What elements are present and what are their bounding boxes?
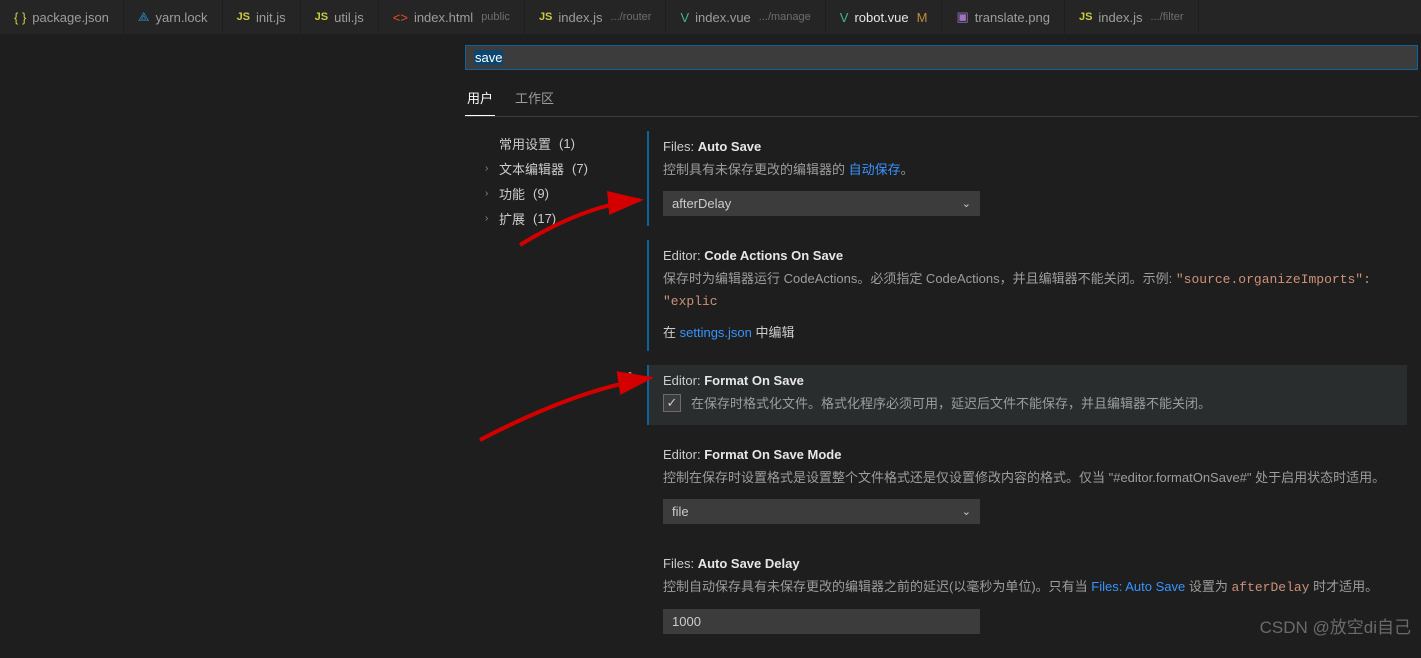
js-icon: JS [539, 11, 552, 23]
auto-save-delay-input[interactable] [663, 609, 980, 634]
html-icon: <> [393, 10, 408, 25]
setting-auto-save: Files: Auto Save 控制具有未保存更改的编辑器的 自动保存。 af… [647, 131, 1407, 226]
settings-scope-tabs: 用户 工作区 [465, 84, 1418, 117]
editor-tabs: { }package.json ⟁yarn.lock JSinit.js JSu… [0, 0, 1421, 35]
vue-icon: V [840, 10, 849, 25]
setting-format-on-save: Editor: Format On Save ✓ 在保存时格式化文件。格式化程序… [647, 365, 1407, 425]
settings-search-input[interactable]: save [465, 45, 1418, 70]
js-icon: JS [315, 11, 328, 23]
format-on-save-mode-select[interactable]: file ⌄ [663, 499, 980, 524]
chevron-right-icon: › [485, 213, 495, 224]
js-icon: JS [237, 11, 250, 23]
toc-text-editor[interactable]: ›文本编辑器(7) [485, 156, 635, 181]
js-icon: JS [1079, 11, 1092, 23]
vue-icon: V [680, 10, 689, 25]
toc-features[interactable]: ›功能(9) [485, 181, 635, 206]
edit-settings-json-link[interactable]: settings.json [680, 325, 752, 340]
auto-save-link[interactable]: Files: Auto Save [1091, 579, 1185, 594]
tab-translate-png[interactable]: ▣translate.png [942, 0, 1064, 34]
auto-save-select[interactable]: afterDelay ⌄ [663, 191, 980, 216]
toc-extensions[interactable]: ›扩展(17) [485, 206, 635, 231]
tab-index-vue-manage[interactable]: Vindex.vue.../manage [666, 0, 825, 34]
toc-common[interactable]: 常用设置(1) [485, 131, 635, 156]
yarn-icon: ⟁ [138, 9, 150, 25]
chevron-right-icon: › [485, 188, 495, 199]
scope-tab-workspace[interactable]: 工作区 [513, 84, 556, 116]
watermark: CSDN @放空di自己 [1260, 613, 1411, 638]
auto-save-link[interactable]: 自动保存 [849, 162, 901, 177]
gear-icon[interactable] [621, 371, 637, 390]
settings-toc: 常用设置(1) ›文本编辑器(7) ›功能(9) ›扩展(17) [465, 117, 635, 658]
tab-yarn-lock[interactable]: ⟁yarn.lock [124, 0, 223, 34]
tab-robot-vue[interactable]: Vrobot.vueM [826, 0, 943, 34]
chevron-right-icon: › [485, 163, 495, 174]
tab-init-js[interactable]: JSinit.js [223, 0, 301, 34]
scope-tab-user[interactable]: 用户 [465, 84, 495, 116]
tab-package-json[interactable]: { }package.json [0, 0, 124, 34]
settings-editor: save 用户 工作区 常用设置(1) ›文本编辑器(7) ›功能(9) ›扩展… [465, 35, 1421, 646]
chevron-down-icon: ⌄ [962, 197, 971, 210]
chevron-down-icon: ⌄ [962, 505, 971, 518]
settings-list: Files: Auto Save 控制具有未保存更改的编辑器的 自动保存。 af… [635, 117, 1421, 658]
setting-format-on-save-mode: Editor: Format On Save Mode 控制在保存时设置格式是设… [647, 439, 1407, 534]
tab-index-html[interactable]: <>index.htmlpublic [379, 0, 525, 34]
json-icon: { } [14, 10, 26, 25]
format-on-save-checkbox[interactable]: ✓ [663, 394, 681, 412]
tab-util-js[interactable]: JSutil.js [301, 0, 379, 34]
setting-code-actions-on-save: Editor: Code Actions On Save 保存时为编辑器运行 C… [647, 240, 1407, 352]
tab-index-js-router[interactable]: JSindex.js.../router [525, 0, 667, 34]
tab-index-js-filter[interactable]: JSindex.js.../filter [1065, 0, 1199, 34]
image-icon: ▣ [956, 9, 968, 25]
